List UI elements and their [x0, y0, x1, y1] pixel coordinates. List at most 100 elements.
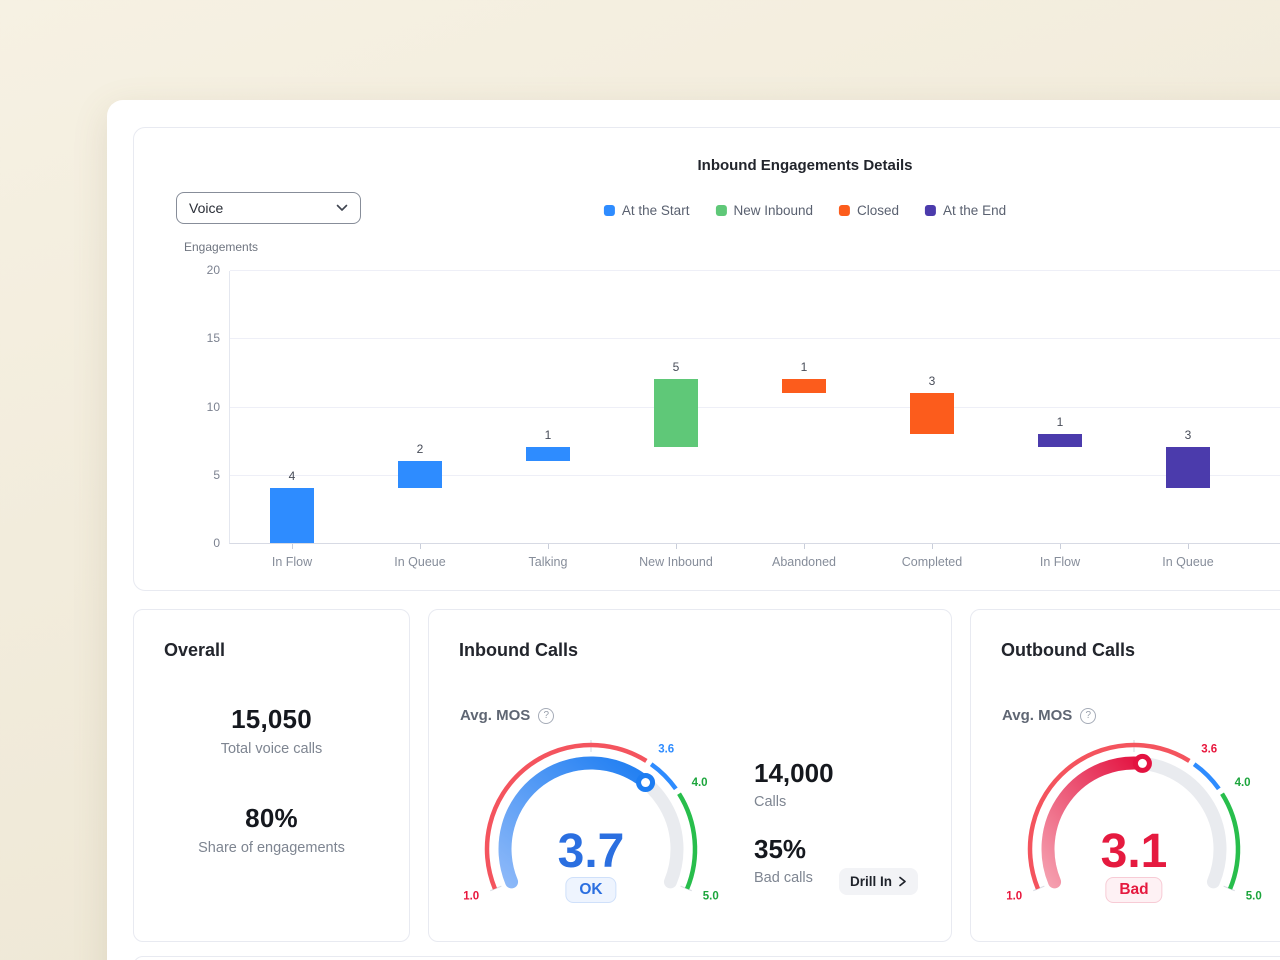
legend-swatch-icon	[715, 205, 726, 216]
x-category-label: In Flow	[996, 555, 1124, 569]
gridline	[230, 407, 1280, 408]
x-category-label: Completed	[868, 555, 996, 569]
drill-in-button[interactable]: Drill In	[839, 868, 918, 895]
chart-bar	[526, 447, 570, 461]
x-category-label: New Inbound	[612, 555, 740, 569]
total-voice-calls-label: Total voice calls	[134, 741, 409, 757]
gauge-axis-label: 5.0	[703, 890, 719, 902]
x-category-label: In Queue	[1124, 555, 1252, 569]
chart-bar	[1038, 434, 1082, 448]
x-axis-tick	[676, 544, 677, 549]
inbound-mos-gauge: 1.0 3.6 4.0 5.0 3.7 OK	[461, 738, 721, 918]
x-axis-tick	[932, 544, 933, 549]
chevron-right-icon	[898, 876, 907, 887]
y-tick-label: 20	[207, 263, 220, 277]
x-axis-tick	[804, 544, 805, 549]
gauge-axis-label: 3.6	[658, 743, 674, 755]
channel-dropdown[interactable]: Voice	[176, 192, 361, 224]
gauge-axis-label: 5.0	[1246, 890, 1262, 902]
chevron-down-icon	[336, 204, 348, 212]
outbound-mos-gauge: 1.0 3.6 4.0 5.0 3.1 Bad	[1004, 738, 1264, 918]
overall-card-title: Overall	[164, 640, 225, 661]
legend-item-label: New Inbound	[733, 203, 813, 218]
outbound-calls-title: Outbound Calls	[1001, 640, 1135, 661]
x-axis-tick	[1188, 544, 1189, 549]
x-category-label: In Flow	[228, 555, 356, 569]
outbound-calls-card: Outbound Calls Avg. MOS ? 1.0 3.6 4.0 5.0 3.…	[970, 609, 1280, 942]
gauge-axis-label: 3.6	[1201, 743, 1217, 755]
gridline	[230, 475, 1280, 476]
bar-value-label: 1	[526, 428, 570, 442]
x-category-label: Abandoned	[740, 555, 868, 569]
gauge-axis-label: 1.0	[463, 890, 479, 902]
gridline	[230, 270, 1280, 271]
chart-bar	[1166, 447, 1210, 488]
channel-dropdown-value: Voice	[189, 200, 223, 216]
x-category-label: In Queue	[356, 555, 484, 569]
gridline	[230, 338, 1280, 339]
gauge-handle	[1135, 756, 1149, 770]
bar-chart-plot: 0510152042151313In FlowIn QueueTalkingNe…	[229, 271, 1280, 544]
inbound-engagements-card: Inbound Engagements Details Voice At the…	[133, 127, 1280, 591]
legend-swatch-icon	[839, 205, 850, 216]
total-voice-calls-metric: 15,050 Total voice calls	[134, 704, 409, 757]
x-axis-tick	[420, 544, 421, 549]
bad-calls-value: 35%	[754, 834, 813, 865]
y-axis-title: Engagements	[184, 240, 258, 254]
legend-item-closed[interactable]: Closed	[839, 203, 899, 218]
calls-label: Calls	[754, 794, 834, 810]
y-tick-label: 0	[213, 536, 220, 550]
legend-swatch-icon	[604, 205, 615, 216]
share-of-engagements-value: 80%	[134, 803, 409, 834]
chart-bar	[270, 488, 314, 543]
share-of-engagements-label: Share of engagements	[134, 840, 409, 856]
x-axis-tick	[1060, 544, 1061, 549]
chart-bar	[398, 461, 442, 488]
gauge-handle	[639, 776, 653, 790]
legend-item-at-the-end[interactable]: At the End	[925, 203, 1006, 218]
y-tick-label: 15	[207, 331, 220, 345]
calls-stat: 14,000 Calls	[754, 758, 834, 810]
legend-item-at-the-start[interactable]: At the Start	[604, 203, 690, 218]
legend-item-label: At the Start	[622, 203, 690, 218]
bar-value-label: 3	[910, 374, 954, 388]
bar-value-label: 5	[654, 360, 698, 374]
bar-value-label: 1	[782, 360, 826, 374]
x-axis-tick	[292, 544, 293, 549]
gauge-axis-label: 1.0	[1006, 890, 1022, 902]
y-tick-label: 10	[207, 400, 220, 414]
mos-status-badge: Bad	[1105, 877, 1162, 903]
gauge-value: 3.7	[558, 825, 625, 878]
gauge-axis-label: 4.0	[692, 777, 708, 789]
bar-value-label: 1	[1038, 415, 1082, 429]
info-icon[interactable]: ?	[538, 708, 554, 724]
calls-value: 14,000	[754, 758, 834, 789]
legend-item-label: Closed	[857, 203, 899, 218]
drill-in-label: Drill In	[850, 874, 892, 889]
next-row-card-partial	[133, 956, 1280, 960]
chart-legend: At the Start New Inbound Closed At the End	[604, 203, 1006, 218]
chart-title: Inbound Engagements Details	[697, 157, 912, 174]
legend-item-new-inbound[interactable]: New Inbound	[715, 203, 813, 218]
avg-mos-label: Avg. MOS	[1002, 707, 1072, 724]
chart-bar	[910, 393, 954, 434]
share-of-engagements-metric: 80% Share of engagements	[134, 803, 409, 856]
total-voice-calls-value: 15,050	[134, 704, 409, 735]
gauge-axis-label: 4.0	[1235, 777, 1251, 789]
bar-value-label: 3	[1166, 428, 1210, 442]
gauge-value: 3.1	[1101, 825, 1168, 878]
legend-swatch-icon	[925, 205, 936, 216]
bad-calls-stat: 35% Bad calls	[754, 834, 813, 886]
inbound-calls-title: Inbound Calls	[459, 640, 578, 661]
chart-bar	[782, 379, 826, 393]
chart-bar	[654, 379, 698, 447]
bad-calls-label: Bad calls	[754, 870, 813, 886]
avg-mos-label: Avg. MOS	[460, 707, 530, 724]
bar-value-label: 2	[398, 442, 442, 456]
x-category-label: Talking	[484, 555, 612, 569]
inbound-calls-card: Inbound Calls Avg. MOS ? 1.0 3.6 4.0 5.0 3.7…	[428, 609, 952, 942]
mos-status-badge: OK	[565, 877, 616, 903]
info-icon[interactable]: ?	[1080, 708, 1096, 724]
x-axis-tick	[548, 544, 549, 549]
y-tick-label: 5	[213, 468, 220, 482]
